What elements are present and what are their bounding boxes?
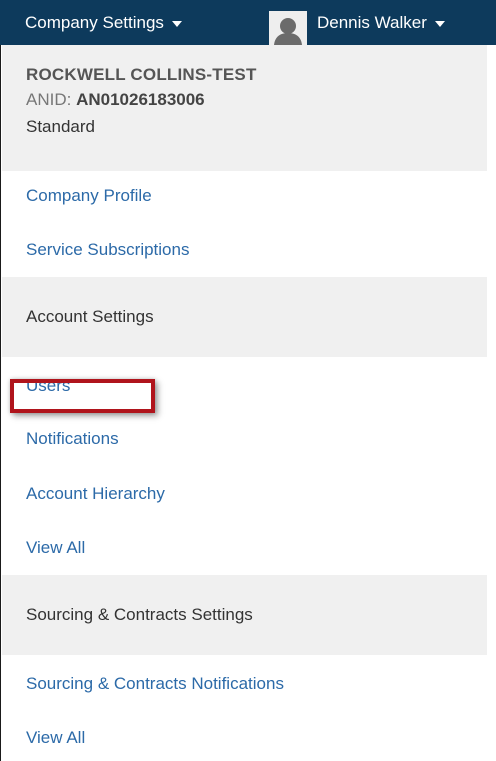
- company-name: ROCKWELL COLLINS-TEST: [26, 65, 257, 84]
- account-plan: Standard: [26, 117, 95, 136]
- sourcing-view-all-link[interactable]: View All: [26, 728, 85, 748]
- notifications-link[interactable]: Notifications: [26, 429, 119, 449]
- account-settings-header: Account Settings: [2, 277, 487, 357]
- account-settings-header-label: Account Settings: [26, 307, 154, 326]
- company-settings-menu[interactable]: Company Settings: [25, 0, 182, 45]
- anid-line: ANID: AN01026183006: [26, 90, 205, 110]
- account-settings-view-all-link[interactable]: View All: [26, 538, 85, 558]
- caret-down-icon: [434, 20, 445, 27]
- company-profile-link[interactable]: Company Profile: [26, 186, 152, 206]
- company-settings-menu-label: Company Settings: [25, 12, 164, 32]
- anid-value: AN01026183006: [76, 90, 205, 109]
- sourcing-contracts-settings-header-label: Sourcing & Contracts Settings: [26, 605, 253, 624]
- top-navigation-bar: Company Settings Dennis Walker: [0, 0, 496, 45]
- company-settings-dropdown-page: Company Settings Dennis Walker ROCKWELL …: [0, 0, 496, 761]
- settings-dropdown-panel: ROCKWELL COLLINS-TEST ANID: AN0102618300…: [0, 45, 487, 761]
- sourcing-contracts-notifications-link[interactable]: Sourcing & Contracts Notifications: [26, 674, 284, 694]
- users-link[interactable]: Users: [26, 376, 70, 396]
- sourcing-contracts-settings-header: Sourcing & Contracts Settings: [2, 575, 487, 655]
- account-info-box: ROCKWELL COLLINS-TEST ANID: AN0102618300…: [2, 45, 487, 171]
- anid-label: ANID:: [26, 90, 72, 109]
- account-hierarchy-link[interactable]: Account Hierarchy: [26, 484, 165, 504]
- user-avatar-icon[interactable]: [269, 11, 307, 45]
- service-subscriptions-link[interactable]: Service Subscriptions: [26, 240, 189, 260]
- caret-down-icon: [171, 20, 182, 27]
- user-menu-label: Dennis Walker: [317, 12, 427, 32]
- user-menu[interactable]: Dennis Walker: [317, 0, 445, 45]
